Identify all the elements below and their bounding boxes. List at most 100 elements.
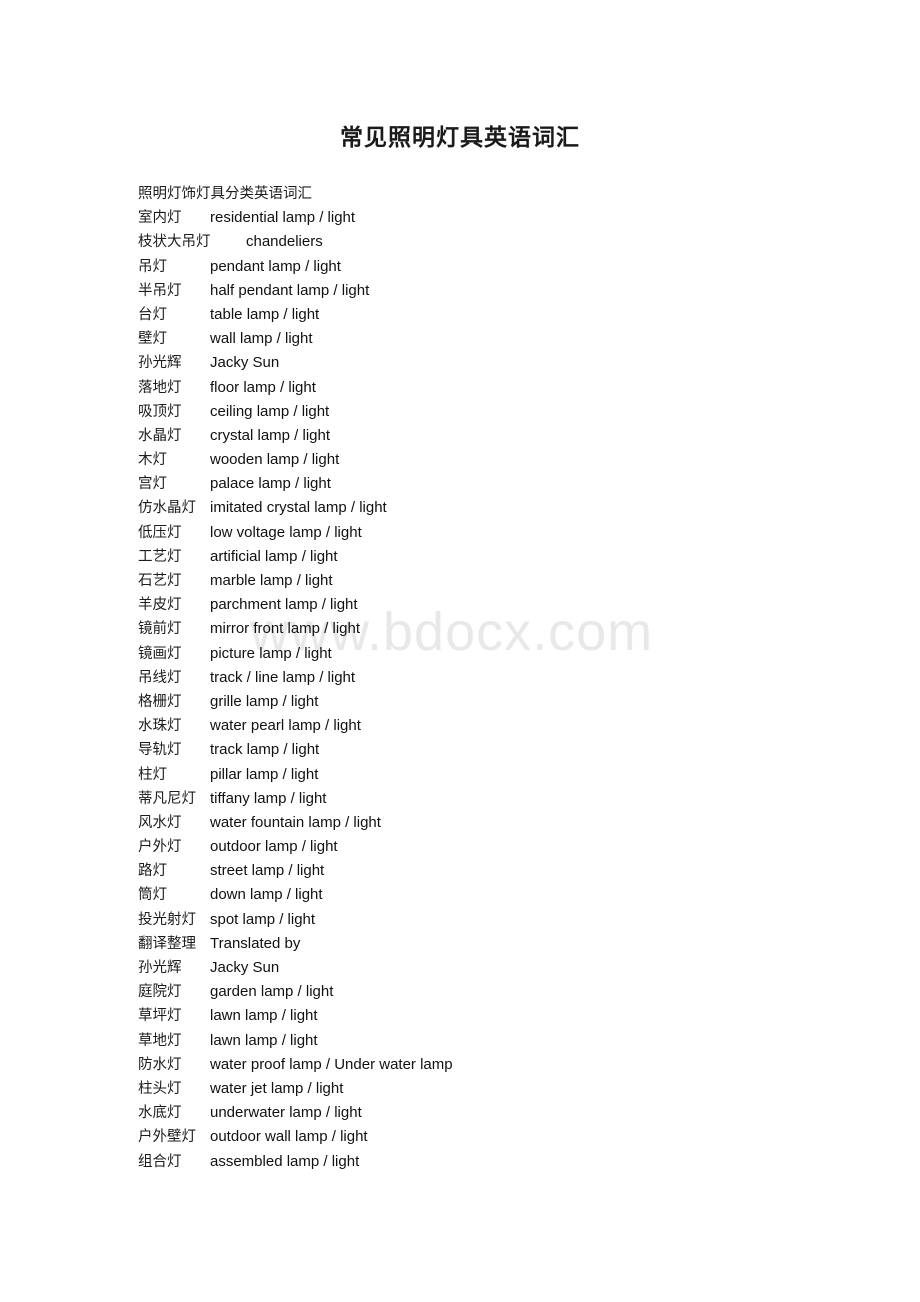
list-item: 仿水晶灯 imitated crystal lamp / light <box>138 496 878 520</box>
entry-gloss: down lamp / light <box>210 886 323 904</box>
list-item: 台灯 table lamp / light <box>138 303 878 327</box>
list-item: 羊皮灯 parchment lamp / light <box>138 593 878 617</box>
list-item: 吊线灯 track / line lamp / light <box>138 666 878 690</box>
entry-term: 路灯 <box>138 863 167 880</box>
list-item: 柱灯 pillar lamp / light <box>138 763 878 787</box>
entry-term: 投光射灯 <box>138 911 196 928</box>
entry-term: 羊皮灯 <box>138 597 182 614</box>
list-item: 格栅灯 grille lamp / light <box>138 690 878 714</box>
entry-gloss: Jacky Sun <box>210 959 280 976</box>
entry-term: 孙光辉 <box>138 355 182 372</box>
entry-gloss: parchment lamp / light <box>210 596 358 614</box>
list-item: 蒂凡尼灯 tiffany lamp / light <box>138 787 878 811</box>
entry-term: 组合灯 <box>138 1153 182 1170</box>
page-title: 常见照明灯具英语词汇 <box>340 124 580 151</box>
entry-gloss: track / line lamp / light <box>210 668 356 686</box>
entry-gloss: crystal lamp / light <box>210 426 331 444</box>
list-item: 镜画灯 picture lamp / light <box>138 642 878 666</box>
entry-gloss: Translated by <box>210 934 301 952</box>
entry-gloss: pillar lamp / light <box>210 765 319 783</box>
entry-gloss: chandeliers <box>246 233 323 251</box>
list-item: 孙光辉 Jacky Sun <box>138 956 878 980</box>
entry-term: 木灯 <box>138 452 167 469</box>
entry-term: 台灯 <box>138 306 167 323</box>
entry-term: 石艺灯 <box>138 573 182 589</box>
list-item: 工艺灯 artificial lamp / light <box>138 545 878 569</box>
entry-container: 室内灯 residential lamp / light 枝状大吊灯 chandeli… <box>138 206 878 1174</box>
entry-gloss: table lamp / light <box>210 305 320 323</box>
entry-gloss: track lamp / light <box>210 741 320 759</box>
entry-term: 户外灯 <box>138 839 182 856</box>
list-item: 低压灯 low voltage lamp / light <box>138 521 878 545</box>
list-item: 路灯 street lamp / light <box>138 859 878 883</box>
list-item: 翻译整理 Translated by <box>138 932 878 956</box>
entry-term: 枝状大吊灯 <box>138 234 211 251</box>
entry-gloss: floor lamp / light <box>210 378 316 396</box>
list-item: 防水灯 water proof lamp / Under water lamp <box>138 1053 878 1077</box>
entry-term: 吸顶灯 <box>138 403 182 420</box>
entry-gloss: outdoor wall lamp / light <box>210 1128 368 1146</box>
entry-gloss: lawn lamp / light <box>210 1031 318 1049</box>
list-item: 壁灯 wall lamp / light <box>138 327 878 351</box>
entry-gloss: assembled lamp / light <box>210 1152 360 1170</box>
entry-term: 翻译整理 <box>138 935 196 952</box>
entry-gloss: pendant lamp / light <box>210 257 341 275</box>
list-item: 草坪灯 lawn lamp / light <box>138 1004 878 1028</box>
entry-term: 筒灯 <box>138 887 167 904</box>
list-item: 半吊灯 half pendant lamp / light <box>138 279 878 303</box>
list-item: 柱头灯 water jet lamp / light <box>138 1077 878 1101</box>
entry-term: 孙光辉 <box>138 960 182 976</box>
entry-term: 吊线灯 <box>138 669 182 686</box>
entry-gloss: imitated crystal lamp / light <box>210 499 387 517</box>
entry-gloss: ceiling lamp / light <box>210 402 330 420</box>
list-item: 水底灯 underwater lamp / light <box>138 1101 878 1125</box>
entry-gloss: water jet lamp / light <box>210 1079 344 1097</box>
entry-term: 户外壁灯 <box>138 1129 196 1146</box>
list-item: 风水灯 water fountain lamp / light <box>138 811 878 835</box>
document-page: www.bdocx.com 常见照明灯具英语词汇 照明灯饰灯具分类英语词汇 室内… <box>0 0 920 1302</box>
entry-gloss: street lamp / light <box>210 862 325 880</box>
entry-term: 庭院灯 <box>138 984 182 1001</box>
entry-gloss: spot lamp / light <box>210 910 316 928</box>
list-item: 草地灯 lawn lamp / light <box>138 1029 878 1053</box>
entry-gloss: low voltage lamp / light <box>210 523 362 541</box>
entry-term: 草地灯 <box>138 1032 182 1049</box>
entry-term: 半吊灯 <box>138 282 182 299</box>
list-item: 室内灯 residential lamp / light <box>138 206 878 230</box>
list-item: 吸顶灯 ceiling lamp / light <box>138 400 878 424</box>
entry-term: 导轨灯 <box>138 742 182 759</box>
entry-gloss: Jacky Sun <box>210 354 280 372</box>
list-item: 组合灯 assembled lamp / light <box>138 1150 878 1174</box>
entry-gloss: artificial lamp / light <box>210 547 338 565</box>
entry-term: 格栅灯 <box>138 693 182 710</box>
entry-gloss: water pearl lamp / light <box>210 717 361 735</box>
entry-gloss: garden lamp / light <box>210 983 334 1001</box>
entry-term: 水珠灯 <box>138 718 182 735</box>
list-item: 宫灯 palace lamp / light <box>138 472 878 496</box>
entry-gloss: wall lamp / light <box>210 330 313 348</box>
entry-term: 吊灯 <box>138 258 167 275</box>
list-item: 户外灯 outdoor lamp / light <box>138 835 878 859</box>
entry-gloss: marble lamp / light <box>210 572 333 589</box>
list-item: 投光射灯 spot lamp / light <box>138 908 878 932</box>
list-item: 吊灯 pendant lamp / light <box>138 255 878 279</box>
list-item: 木灯 wooden lamp / light <box>138 448 878 472</box>
entry-gloss: wooden lamp / light <box>210 451 340 469</box>
entry-term: 水底灯 <box>138 1105 182 1122</box>
entry-gloss: palace lamp / light <box>210 475 331 493</box>
entry-term: 壁灯 <box>138 331 167 348</box>
entry-gloss: water fountain lamp / light <box>210 813 381 831</box>
list-heading-text: 照明灯饰灯具分类英语词汇 <box>138 186 312 202</box>
entry-gloss: water proof lamp / Under water lamp <box>210 1055 453 1073</box>
entry-term: 草坪灯 <box>138 1008 182 1025</box>
entry-gloss: grille lamp / light <box>210 692 319 710</box>
entry-term: 宫灯 <box>138 476 167 493</box>
entry-gloss: lawn lamp / light <box>210 1007 318 1025</box>
list-item: 水晶灯 crystal lamp / light <box>138 424 878 448</box>
entry-term: 低压灯 <box>138 524 182 541</box>
entry-term: 蒂凡尼灯 <box>138 790 196 807</box>
list-item: 户外壁灯 outdoor wall lamp / light <box>138 1125 878 1149</box>
list-item: 镜前灯 mirror front lamp / light <box>138 617 878 641</box>
entry-term: 风水灯 <box>138 814 182 831</box>
entry-gloss: underwater lamp / light <box>210 1104 362 1122</box>
